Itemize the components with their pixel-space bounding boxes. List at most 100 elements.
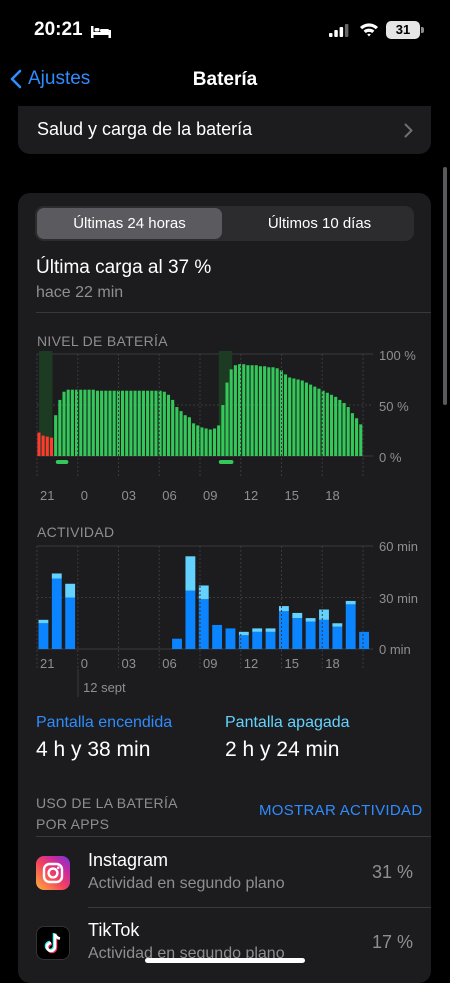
battery-bar <box>346 407 350 456</box>
battery-bar <box>41 435 45 456</box>
battery-bar <box>112 390 116 456</box>
battery-y-label-100: 100 % <box>379 348 416 363</box>
battery-bar <box>288 377 292 456</box>
battery-bar <box>196 425 200 456</box>
tab-last-10-days[interactable]: Últimos 10 días <box>227 208 412 239</box>
screen-on-label: Pantalla encendida <box>36 714 173 731</box>
home-indicator[interactable] <box>145 958 305 963</box>
battery-x-tick-label: 15 <box>284 488 299 503</box>
activity-bar-screen-on <box>292 618 303 649</box>
screen-on-value: 4 h y 38 min <box>36 738 151 761</box>
battery-bar <box>212 428 217 456</box>
battery-bar <box>45 436 49 456</box>
activity-bar-screen-off <box>185 556 196 591</box>
battery-bar <box>79 389 83 456</box>
activity-bar-screen-on <box>345 604 356 649</box>
battery-x-tick-label: 03 <box>121 488 136 503</box>
battery-bar <box>200 427 204 456</box>
battery-bar <box>175 407 179 456</box>
battery-bar <box>258 366 262 456</box>
battery-usage-card: Últimas 24 horas Últimos 10 días Última … <box>18 193 431 983</box>
battery-bar <box>254 365 258 456</box>
tiktok-icon <box>36 926 70 960</box>
battery-bar <box>338 399 342 456</box>
battery-bar <box>183 415 187 456</box>
battery-bar <box>133 390 137 456</box>
battery-bar <box>300 380 304 456</box>
activity-bar-screen-on <box>278 611 289 649</box>
battery-bar <box>37 432 41 456</box>
show-activity-button[interactable]: MOSTRAR ACTIVIDAD <box>259 802 422 819</box>
battery-bar <box>313 386 317 456</box>
activity-bar-screen-on <box>65 597 76 649</box>
battery-health-row[interactable]: Salud y carga de la batería <box>18 106 431 154</box>
last-charge-title: Última carga al 37 % <box>36 257 212 278</box>
chevron-right-icon <box>404 123 413 138</box>
battery-bar <box>329 394 334 456</box>
battery-bar <box>62 391 66 456</box>
status-bar: 20:21 31 <box>0 0 450 58</box>
battery-bar <box>66 389 70 456</box>
battery-bar <box>104 390 108 456</box>
battery-bar <box>58 399 62 456</box>
battery-bar <box>317 388 321 456</box>
activity-bar-screen-off <box>252 628 263 632</box>
usage-by-apps-title: USO DE LA BATERÍA POR APPS <box>36 795 177 832</box>
battery-bar <box>217 425 221 456</box>
activity-x-tick-label: 18 <box>325 656 340 671</box>
activity-x-tick-label: 15 <box>284 656 299 671</box>
activity-bar-screen-off <box>319 609 329 620</box>
battery-x-tick-label: 12 <box>243 488 259 503</box>
activity-bar-screen-off <box>51 573 62 579</box>
battery-bar <box>187 417 191 456</box>
battery-bar <box>267 367 271 456</box>
battery-bar <box>271 367 275 456</box>
battery-bar <box>100 390 104 456</box>
activity-y-label-30: 30 min <box>379 591 419 606</box>
battery-bar <box>242 364 246 456</box>
activity-x-tick-label: 09 <box>203 656 218 671</box>
battery-bar <box>146 390 150 456</box>
app-row-instagram[interactable]: Instagram Actividad en segundo plano 31 … <box>18 838 431 908</box>
battery-bar <box>83 389 87 456</box>
activity-bar-screen-on <box>51 578 62 649</box>
app-percentage: 31 % <box>371 862 413 882</box>
activity-y-label-0: 0 min <box>379 642 411 657</box>
wifi-icon <box>359 22 379 42</box>
battery-bar <box>355 418 359 456</box>
scrollbar[interactable] <box>443 167 447 405</box>
battery-bar <box>192 423 196 456</box>
battery-bar <box>91 389 95 456</box>
battery-bar <box>246 365 250 456</box>
battery-bar <box>95 390 99 456</box>
battery-bar <box>359 424 363 456</box>
activity-bar-screen-on <box>225 628 236 649</box>
battery-bar <box>296 379 300 456</box>
app-row-tiktok[interactable]: TikTok Actividad en segundo plano 17 % <box>18 908 431 978</box>
battery-bar <box>225 382 229 456</box>
activity-chart <box>36 545 373 697</box>
battery-bar <box>342 402 346 456</box>
battery-bar <box>208 429 212 456</box>
battery-tip <box>421 27 424 33</box>
activity-bar-screen-on <box>265 631 276 649</box>
battery-bar <box>137 390 141 456</box>
last-charge-time: hace 22 min <box>36 284 124 301</box>
activity-bar-screen-off <box>265 628 276 632</box>
battery-bar <box>108 390 112 456</box>
battery-bar <box>150 390 154 456</box>
battery-x-tick-label: 09 <box>203 488 218 503</box>
activity-bar-screen-off <box>332 623 343 627</box>
battery-x-tick-label: 06 <box>162 488 177 503</box>
activity-x-tick-label: 12 <box>243 656 259 671</box>
activity-bar-screen-on <box>38 623 49 649</box>
status-time: 20:21 <box>34 19 83 40</box>
battery-bar <box>334 396 338 456</box>
battery-bar <box>70 389 74 456</box>
activity-bar-screen-off <box>345 600 356 605</box>
battery-bar <box>166 394 171 456</box>
battery-bar <box>304 382 308 456</box>
tab-last-24-hours[interactable]: Últimas 24 horas <box>37 208 222 239</box>
battery-bar <box>250 365 254 456</box>
battery-x-tick-label: 0 <box>80 488 88 503</box>
